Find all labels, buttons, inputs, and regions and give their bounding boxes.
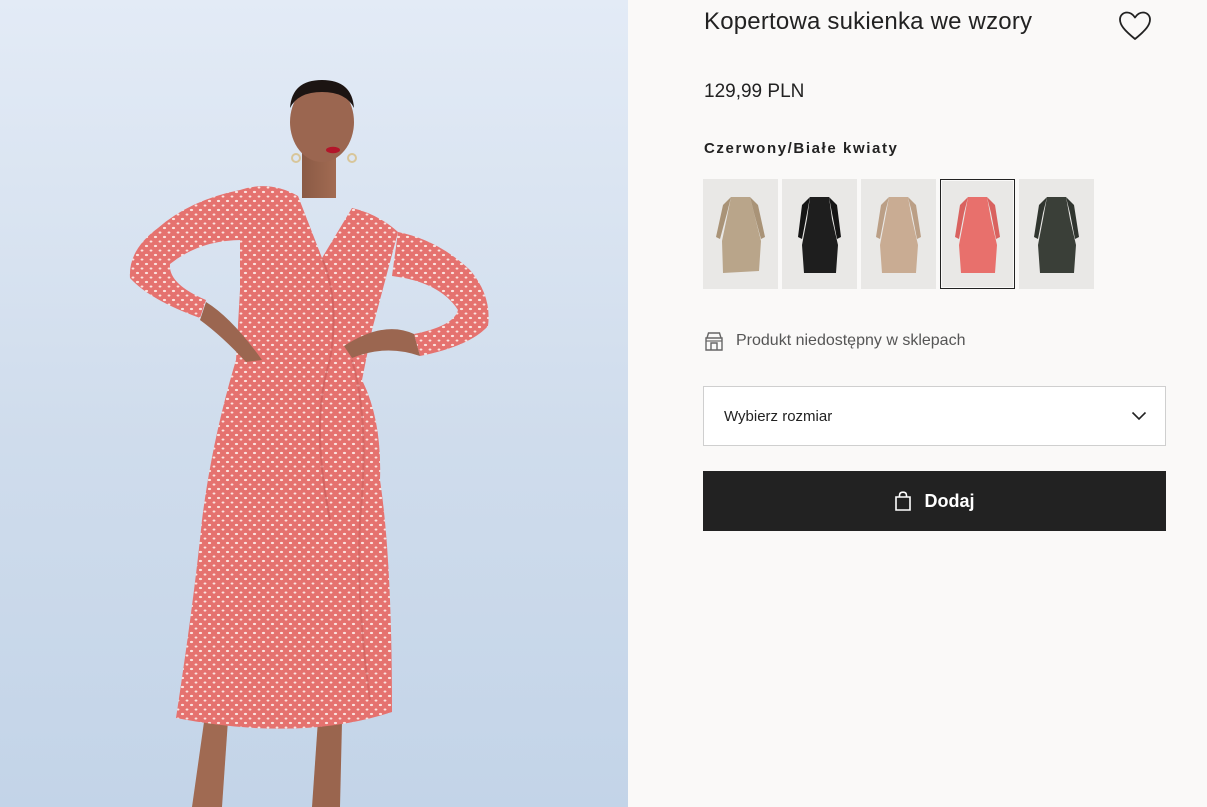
- size-select[interactable]: Wybierz rozmiar: [703, 386, 1166, 446]
- favorite-button[interactable]: [1118, 10, 1152, 42]
- color-swatch-red-white-flowers[interactable]: [940, 179, 1015, 289]
- color-swatches: [703, 179, 1094, 289]
- size-select-label: Wybierz rozmiar: [724, 407, 833, 425]
- add-to-cart-label: Dodaj: [924, 490, 975, 511]
- availability-text: Produkt niedostępny w sklepach: [736, 332, 966, 349]
- shopping-bag-icon: [895, 491, 912, 511]
- dress-thumbnail-icon: [716, 197, 765, 273]
- store-availability: Produkt niedostępny w sklepach: [704, 331, 965, 351]
- selected-color-name: Czerwony/Białe kwiaty: [704, 140, 899, 157]
- dress-thumbnail-icon: [1034, 197, 1079, 273]
- dress-thumbnail-icon: [798, 197, 841, 273]
- heart-icon: [1119, 11, 1151, 40]
- product-title: Kopertowa sukienka we wzory: [704, 8, 1033, 35]
- model-in-dress-illustration: [129, 80, 489, 807]
- product-page: Kopertowa sukienka we wzory 129,99 PLN C…: [0, 0, 1207, 807]
- dress-thumbnail-icon: [876, 197, 921, 273]
- store-icon: [705, 332, 723, 351]
- add-to-cart-button[interactable]: Dodaj: [703, 471, 1166, 531]
- product-image[interactable]: [0, 0, 628, 807]
- chevron-down-icon: [1131, 411, 1147, 421]
- color-swatch-beige-floral[interactable]: [703, 179, 778, 289]
- dress-thumbnail-icon: [955, 197, 1000, 273]
- color-swatch-black[interactable]: [782, 179, 857, 289]
- color-swatch-dark-green-pattern[interactable]: [1019, 179, 1094, 289]
- product-price: 129,99 PLN: [704, 81, 805, 102]
- color-swatch-beige[interactable]: [861, 179, 936, 289]
